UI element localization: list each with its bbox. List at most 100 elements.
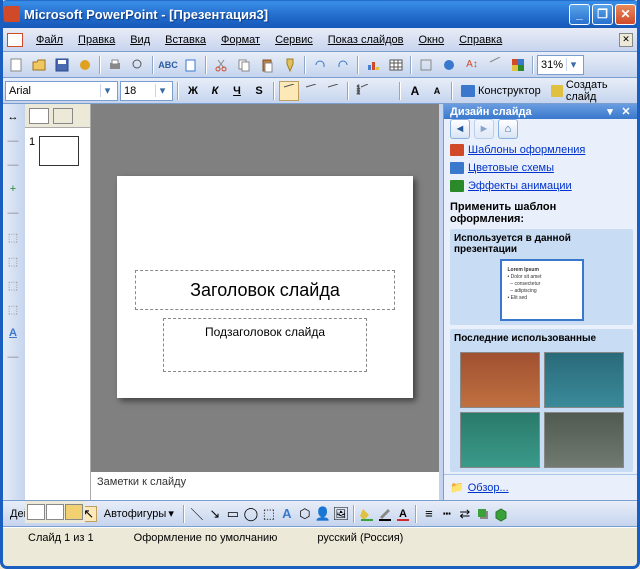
- 3d-tool[interactable]: [493, 506, 509, 522]
- oval-tool[interactable]: ◯: [243, 506, 259, 522]
- menu-tools[interactable]: Сервис: [269, 32, 319, 48]
- shadow-button[interactable]: S: [249, 81, 269, 101]
- chart-button[interactable]: [362, 54, 384, 76]
- textbox-tool[interactable]: ⬚: [261, 506, 277, 522]
- slide-canvas[interactable]: Заголовок слайда Подзаголовок слайда: [117, 176, 413, 398]
- normal-view-button[interactable]: [27, 504, 45, 520]
- back-button[interactable]: ◄: [450, 119, 470, 139]
- template-thumbnail[interactable]: [544, 352, 624, 408]
- menu-insert[interactable]: Вставка: [159, 32, 212, 48]
- arrow-tool-icon[interactable]: ↔: [4, 108, 22, 126]
- print-button[interactable]: [104, 54, 126, 76]
- slideshow-view-button[interactable]: [65, 504, 83, 520]
- picture-tool[interactable]: 🖼: [333, 506, 349, 522]
- clipart-tool[interactable]: 👤: [315, 506, 331, 522]
- move-tool-icon[interactable]: —: [4, 132, 22, 150]
- forward-button[interactable]: ►: [474, 119, 494, 139]
- decrease-font-button[interactable]: A: [427, 81, 447, 101]
- permission-button[interactable]: [74, 54, 96, 76]
- autoshapes-menu[interactable]: Автофигуры ▾: [99, 504, 179, 524]
- research-button[interactable]: [180, 54, 202, 76]
- increase-font-button[interactable]: A: [405, 81, 425, 101]
- tool-icon[interactable]: ⬚: [4, 228, 22, 246]
- template-thumbnail[interactable]: [460, 352, 540, 408]
- redo-button[interactable]: [332, 54, 354, 76]
- taskpane-close-button[interactable]: ✕: [619, 105, 633, 119]
- arrow-tool[interactable]: ↘: [207, 506, 223, 522]
- animation-link[interactable]: Эффекты анимации: [450, 177, 633, 195]
- bold-button[interactable]: Ж: [183, 81, 203, 101]
- expand-button[interactable]: A↕: [461, 54, 483, 76]
- table-button[interactable]: [385, 54, 407, 76]
- open-button[interactable]: [28, 54, 50, 76]
- template-thumbnail[interactable]: [460, 412, 540, 468]
- align-center-button[interactable]: [301, 81, 321, 101]
- preview-button[interactable]: [127, 54, 149, 76]
- slides-tab[interactable]: [53, 108, 73, 124]
- line-tool[interactable]: ＼: [189, 506, 205, 522]
- tables-borders-button[interactable]: [415, 54, 437, 76]
- tool-icon[interactable]: ⬚: [4, 276, 22, 294]
- outline-tab[interactable]: [29, 108, 49, 124]
- paste-button[interactable]: [256, 54, 278, 76]
- hyperlink-button[interactable]: [438, 54, 460, 76]
- dash-style-tool[interactable]: ┅: [439, 506, 455, 522]
- tool-icon[interactable]: —: [4, 204, 22, 222]
- document-icon[interactable]: [7, 33, 23, 47]
- home-button[interactable]: ⌂: [498, 119, 518, 139]
- menu-file[interactable]: Файл: [30, 32, 69, 48]
- menu-format[interactable]: Формат: [215, 32, 266, 48]
- tool-icon[interactable]: ⬚: [4, 252, 22, 270]
- copy-button[interactable]: [233, 54, 255, 76]
- shadow-tool[interactable]: [475, 506, 491, 522]
- tool-icon[interactable]: —: [4, 348, 22, 366]
- template-thumbnail[interactable]: [544, 412, 624, 468]
- line-style-tool[interactable]: ≡: [421, 506, 437, 522]
- bullets-button[interactable]: [375, 81, 395, 101]
- color-button[interactable]: [507, 54, 529, 76]
- current-template-thumbnail[interactable]: Lorem Ipsum• Dolor sit amet – consectetu…: [500, 259, 584, 321]
- close-button[interactable]: ✕: [615, 4, 636, 25]
- slide-thumbnail[interactable]: [39, 136, 79, 166]
- font-color-tool-icon[interactable]: A: [4, 324, 22, 342]
- arrow-style-tool[interactable]: ⇄: [457, 506, 473, 522]
- tool-icon[interactable]: ⬚: [4, 300, 22, 318]
- menu-edit[interactable]: Правка: [72, 32, 121, 48]
- color-schemes-link[interactable]: Цветовые схемы: [450, 159, 633, 177]
- font-color-tool[interactable]: A: [395, 506, 411, 522]
- undo-button[interactable]: [309, 54, 331, 76]
- save-button[interactable]: [51, 54, 73, 76]
- fill-color-tool[interactable]: [359, 506, 375, 522]
- rectangle-tool[interactable]: ▭: [225, 506, 241, 522]
- minimize-button[interactable]: _: [569, 4, 590, 25]
- notes-pane[interactable]: Заметки к слайду: [91, 470, 439, 500]
- tool-icon[interactable]: +: [4, 180, 22, 198]
- italic-button[interactable]: К: [205, 81, 225, 101]
- diagram-tool[interactable]: ⬡: [297, 506, 313, 522]
- format-painter-button[interactable]: [279, 54, 301, 76]
- tool-icon[interactable]: —: [4, 156, 22, 174]
- browse-link[interactable]: Обзор...: [468, 482, 509, 494]
- numbering-button[interactable]: 12: [353, 81, 373, 101]
- menu-slideshow[interactable]: Показ слайдов: [322, 32, 410, 48]
- cut-button[interactable]: [210, 54, 232, 76]
- underline-button[interactable]: Ч: [227, 81, 247, 101]
- align-right-button[interactable]: [323, 81, 343, 101]
- mdi-close-button[interactable]: ✕: [619, 33, 633, 47]
- maximize-button[interactable]: ❐: [592, 4, 613, 25]
- menu-window[interactable]: Окно: [413, 32, 451, 48]
- line-color-tool[interactable]: [377, 506, 393, 522]
- templates-link[interactable]: Шаблоны оформления: [450, 141, 633, 159]
- new-button[interactable]: [5, 54, 27, 76]
- sorter-view-button[interactable]: [46, 504, 64, 520]
- size-combo[interactable]: 18▾: [120, 81, 173, 101]
- font-combo[interactable]: Arial▾: [5, 81, 118, 101]
- designer-button[interactable]: Конструктор: [457, 81, 545, 101]
- title-placeholder[interactable]: Заголовок слайда: [135, 270, 395, 310]
- taskpane-menu-button[interactable]: ▾: [603, 105, 617, 119]
- spell-button[interactable]: ABC: [157, 54, 179, 76]
- grid-button[interactable]: [484, 54, 506, 76]
- zoom-combo[interactable]: 31%▾: [537, 55, 584, 75]
- menu-help[interactable]: Справка: [453, 32, 508, 48]
- menu-view[interactable]: Вид: [124, 32, 156, 48]
